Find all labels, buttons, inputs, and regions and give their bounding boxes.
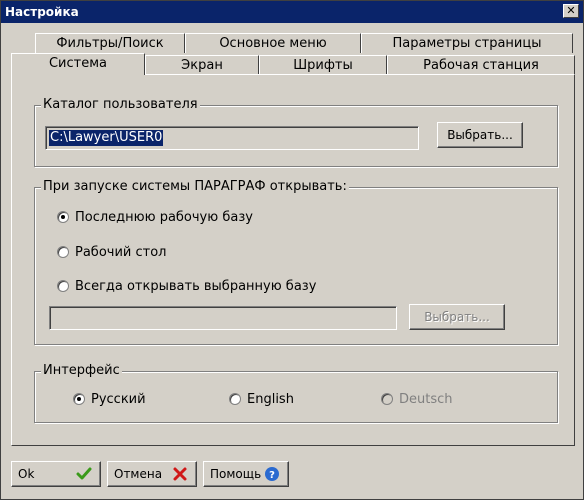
tab-workstation[interactable]: Рабочая станция	[387, 55, 575, 75]
help-icon: ?	[265, 467, 279, 481]
close-icon[interactable]: ✕	[563, 4, 579, 18]
startup-group-title: При запуске системы ПАРАГРАФ открывать:	[41, 179, 349, 194]
tab-panel-system: Каталог пользователя C:\Lawyer\USER0 Выб…	[11, 74, 575, 446]
interface-option-deutsch[interactable]: Deutsch	[381, 392, 453, 408]
window-title: Настройка	[5, 5, 79, 19]
radio-icon[interactable]	[381, 393, 393, 405]
user-catalog-path-value: C:\Lawyer\USER0	[49, 130, 164, 146]
user-catalog-path-field[interactable]: C:\Lawyer\USER0	[45, 126, 419, 150]
interface-option-english[interactable]: English	[229, 392, 294, 408]
radio-icon[interactable]	[57, 211, 69, 223]
cancel-button[interactable]: Отмена	[107, 461, 197, 487]
ok-button[interactable]: Ok	[11, 461, 101, 487]
help-button[interactable]: Помощь ?	[203, 461, 289, 487]
interface-group: Интерфейс Русский English Deutsch	[34, 363, 558, 423]
user-catalog-group: Каталог пользователя C:\Lawyer\USER0 Выб…	[34, 97, 558, 167]
tab-main-menu[interactable]: Основное меню	[185, 33, 361, 53]
startup-option-desktop[interactable]: Рабочий стол	[57, 245, 166, 261]
startup-option-selected-base[interactable]: Всегда открывать выбранную базу	[57, 279, 316, 295]
tab-screen[interactable]: Экран	[145, 55, 259, 75]
interface-option-russian[interactable]: Русский	[73, 392, 146, 408]
interface-option-label: Deutsch	[399, 392, 453, 407]
help-button-label: Помощь	[210, 467, 262, 481]
startup-group: При запуске системы ПАРАГРАФ открывать: …	[34, 179, 558, 345]
cross-icon	[173, 467, 187, 481]
interface-option-label: Русский	[91, 392, 146, 407]
interface-option-label: English	[247, 392, 294, 407]
tab-page-parameters[interactable]: Параметры страницы	[361, 33, 573, 53]
radio-icon[interactable]	[57, 280, 69, 292]
tab-filters-search[interactable]: Фильтры/Поиск	[35, 33, 185, 53]
startup-option-last-base[interactable]: Последнюю рабочую базу	[57, 210, 253, 226]
startup-option-label: Всегда открывать выбранную базу	[75, 279, 317, 294]
user-catalog-title: Каталог пользователя	[41, 97, 200, 112]
svg-text:?: ?	[269, 470, 275, 481]
title-bar: Настройка ✕	[1, 1, 583, 23]
check-icon	[76, 467, 92, 480]
radio-icon[interactable]	[73, 393, 85, 405]
ok-button-label: Ok	[18, 467, 35, 481]
startup-choose-button[interactable]: Выбрать...	[409, 304, 505, 330]
radio-icon[interactable]	[229, 393, 241, 405]
cancel-button-label: Отмена	[114, 467, 163, 481]
user-catalog-choose-button[interactable]: Выбрать...	[437, 122, 523, 148]
settings-dialog: Настройка ✕ Фильтры/Поиск Основное меню …	[0, 0, 584, 500]
interface-group-title: Интерфейс	[41, 363, 122, 378]
tab-system[interactable]: Система	[11, 53, 145, 75]
radio-icon[interactable]	[57, 246, 69, 258]
startup-base-path-field[interactable]	[49, 306, 397, 330]
tab-fonts[interactable]: Шрифты	[259, 55, 387, 75]
startup-option-label: Последнюю рабочую базу	[75, 210, 253, 225]
startup-option-label: Рабочий стол	[75, 245, 167, 260]
